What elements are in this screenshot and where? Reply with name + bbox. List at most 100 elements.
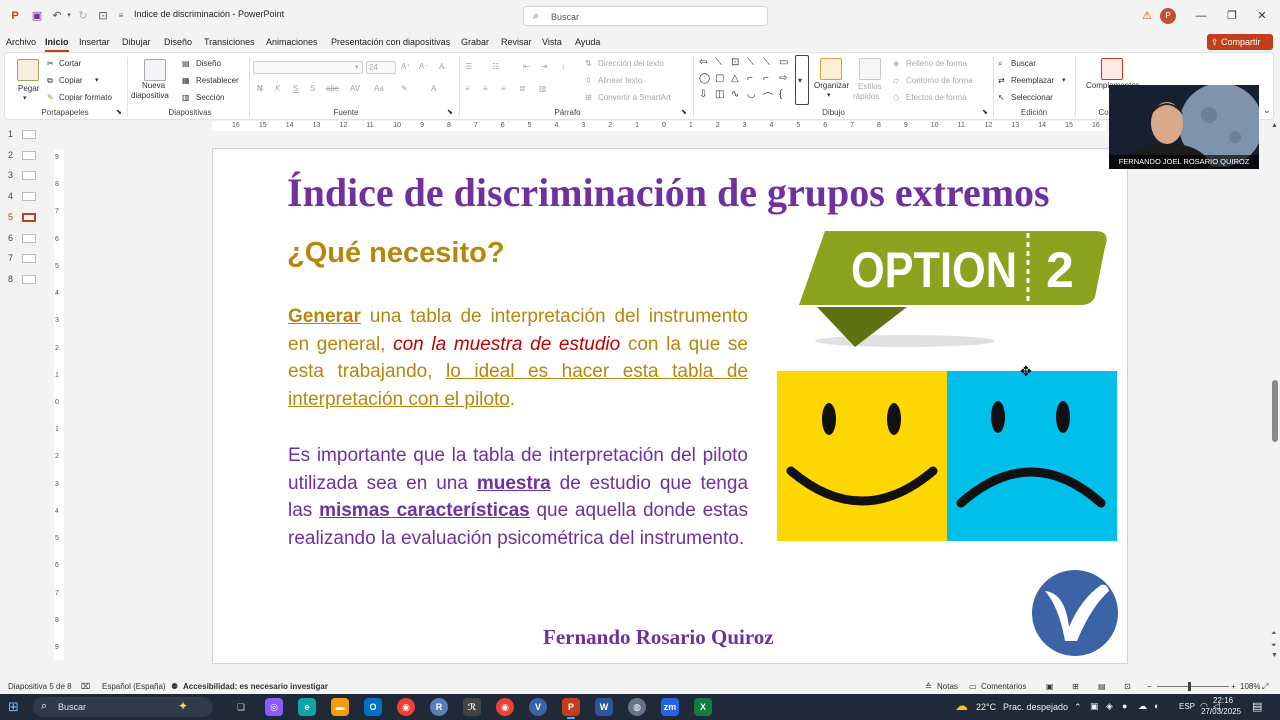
arrange-icon[interactable] xyxy=(820,58,842,80)
tray-app-icon[interactable]: ◐ xyxy=(1154,701,1159,711)
zoom-in-icon[interactable]: + xyxy=(1231,682,1236,691)
tab-inicio[interactable]: Inicio xyxy=(45,37,69,52)
tab-vista[interactable]: Vista xyxy=(542,37,562,47)
tab-ayuda[interactable]: Ayuda xyxy=(575,37,600,47)
close-button[interactable]: ✕ xyxy=(1252,8,1272,24)
shape-fill-button[interactable]: Relleno de forma xyxy=(906,59,967,68)
r-studio-icon[interactable]: ℛ xyxy=(463,698,481,716)
tab-revisar[interactable]: Revisar xyxy=(501,37,532,47)
v-app-icon[interactable]: V xyxy=(529,698,547,716)
shape-outline-button[interactable]: Contorno de forma xyxy=(906,76,973,85)
arc-shape-icon[interactable]: ◡ xyxy=(747,89,756,100)
numbering-icon[interactable]: ☷ xyxy=(492,62,499,71)
align-center-icon[interactable]: ≡ xyxy=(483,84,488,93)
cut-button[interactable]: Cortar xyxy=(59,59,81,68)
happy-sad-faces-image[interactable] xyxy=(777,371,1117,541)
excel-icon[interactable]: X xyxy=(694,698,712,716)
line-spacing-icon[interactable]: ↕ xyxy=(561,62,565,71)
curve-shape-icon[interactable]: ⌒ xyxy=(763,89,773,104)
smartart-icon[interactable]: ⊞ xyxy=(585,93,592,102)
new-slide-label-2[interactable]: diapositiva xyxy=(131,91,169,100)
bullets-icon[interactable]: ☰ xyxy=(465,62,472,71)
customize-toolbar-icon[interactable]: ≡ xyxy=(114,9,128,23)
r-app-icon[interactable]: R xyxy=(430,698,448,716)
smartart-button[interactable]: Convertir a SmartArt xyxy=(598,93,671,102)
replace-button[interactable]: Reemplazar xyxy=(1011,76,1054,85)
browser-icon[interactable]: ◍ xyxy=(628,698,646,716)
weather-desc[interactable]: Prac. despejado xyxy=(1003,702,1068,712)
quick-styles-label-2[interactable]: rápidos xyxy=(853,92,879,101)
font-name-combobox[interactable] xyxy=(253,61,363,74)
change-case-icon[interactable]: Aa xyxy=(374,84,384,93)
slide-title[interactable]: Índice de discriminación de grupos extre… xyxy=(287,169,1087,216)
slideshow-icon[interactable]: ⊡ xyxy=(1124,682,1131,691)
parrafo-launcher-icon[interactable]: ⬊ xyxy=(681,108,687,116)
collapse-ribbon-icon[interactable]: ⌄ xyxy=(1263,105,1271,116)
dibujo-launcher-icon[interactable]: ⬊ xyxy=(982,108,988,116)
clock-date[interactable]: 27/03/2025 xyxy=(1201,707,1241,716)
tab-transiciones[interactable]: Transiciones xyxy=(204,37,255,47)
clock-time[interactable]: 22:16 xyxy=(1213,696,1233,705)
tray-app-icon[interactable]: ▣ xyxy=(1090,701,1099,712)
spellcheck-icon[interactable]: ⌧ xyxy=(81,682,90,691)
option-2-banner[interactable]: OPTION 2 xyxy=(795,225,1111,353)
zoom-level[interactable]: 108% xyxy=(1240,682,1260,691)
shape-effects-button[interactable]: Efectos de forma xyxy=(906,93,966,102)
language-status[interactable]: Español (España) xyxy=(102,682,166,691)
highlight-icon[interactable]: ✎ xyxy=(401,84,408,93)
clear-format-icon[interactable]: A̶ xyxy=(439,62,444,71)
oval-shape-icon[interactable]: ◯ xyxy=(699,73,710,84)
vertical-scrollbar[interactable]: ▲ ⏶ ⏷ ▼ xyxy=(1271,122,1279,662)
callout-shape-icon[interactable]: ◫ xyxy=(715,89,724,100)
reading-view-icon[interactable]: ▤ xyxy=(1098,682,1106,691)
line-shape-icon[interactable]: ⟍ xyxy=(763,57,770,68)
slide-thumbnail[interactable] xyxy=(22,233,36,243)
weather-temp[interactable]: 22°C xyxy=(976,702,996,712)
accessibility-status[interactable]: Accesibilidad: es necesario investigar xyxy=(183,682,328,691)
paste-button[interactable]: Pegar xyxy=(18,84,39,93)
tray-app-icon[interactable]: ◈ xyxy=(1106,701,1113,712)
tray-app-icon[interactable]: ● xyxy=(1122,701,1127,711)
outlook-icon[interactable]: O xyxy=(364,698,382,716)
columns-icon[interactable]: ▥ xyxy=(539,84,547,93)
reset-button[interactable]: Restablecer xyxy=(196,76,239,85)
replace-icon[interactable]: ⇄ xyxy=(998,76,1005,85)
quick-styles-icon[interactable] xyxy=(859,58,881,80)
task-view-icon[interactable]: ❏ xyxy=(232,698,250,716)
section-icon[interactable]: ▥ xyxy=(182,93,190,102)
paragraph-1[interactable]: Generar una tabla de interpretación del … xyxy=(288,303,748,413)
notifications-icon[interactable]: ▤ xyxy=(1252,700,1262,713)
tray-app-icon[interactable]: ☁ xyxy=(1138,701,1147,712)
underline-icon[interactable]: S xyxy=(293,84,298,93)
textbox-shape-icon[interactable]: ⊡ xyxy=(731,57,739,68)
copilot-icon[interactable]: ◎ xyxy=(265,698,283,716)
comments-button[interactable]: Comentarios xyxy=(981,682,1026,691)
arrow-left-shape-icon[interactable]: ⇦ xyxy=(699,57,707,68)
align-left-icon[interactable]: ≡ xyxy=(465,84,470,93)
tab-archivo[interactable]: Archivo xyxy=(6,37,36,47)
align-text-button[interactable]: Alinear texto xyxy=(598,76,642,85)
text-direction-icon[interactable]: ⇅ xyxy=(585,59,592,68)
replace-dropdown-icon[interactable]: ▾ xyxy=(1062,76,1066,84)
scrollbar-thumb[interactable] xyxy=(1272,380,1278,442)
format-painter-button[interactable]: Copiar formato xyxy=(59,93,112,102)
arrange-button[interactable]: Organizar xyxy=(814,81,849,90)
horizontal-ruler[interactable]: 16 15 14 13 12 11 10 9 8 7 6 5 4 3 2 1 0 1 2 3 4 5 6 7 8 9 10 11 12 1… xyxy=(212,121,1107,131)
bold-icon[interactable]: N xyxy=(257,84,263,93)
slide-canvas[interactable]: Índice de discriminación de grupos extre… xyxy=(212,148,1128,664)
redo-icon[interactable]: ↻ xyxy=(76,9,90,23)
chrome-profile-icon[interactable]: ◉ xyxy=(496,698,514,716)
share-button[interactable]: ⇪ Compartir xyxy=(1207,34,1273,50)
slide-thumbnail[interactable] xyxy=(22,150,36,160)
scroll-down-icon[interactable]: ▼ xyxy=(1271,652,1278,659)
slide-thumbnail[interactable] xyxy=(22,212,36,222)
scroll-bottom-icon[interactable]: ⏷ xyxy=(1271,642,1277,650)
arrow-down-shape-icon[interactable]: ⇩ xyxy=(699,89,707,100)
connector-shape-icon[interactable]: ⌐ xyxy=(763,73,769,84)
shape-effects-icon[interactable]: ◇ xyxy=(893,93,899,102)
taskbar-search[interactable]: ⌕ Buscar ✦ xyxy=(33,697,213,717)
layout-icon[interactable]: ▤ xyxy=(182,59,190,68)
fuente-launcher-icon[interactable]: ⬊ xyxy=(447,108,453,116)
cut-icon[interactable]: ✂ xyxy=(47,59,54,68)
notes-button[interactable]: Notas xyxy=(937,682,958,691)
